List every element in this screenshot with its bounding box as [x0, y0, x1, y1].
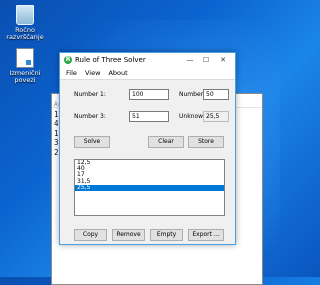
app-window[interactable]: R Rule of Three Solver — ☐ ✕ File View A… — [59, 52, 236, 245]
shortcut-icon — [16, 48, 34, 68]
recycle-bin-icon — [16, 5, 34, 25]
menu-file[interactable]: File — [66, 68, 77, 79]
number2-field[interactable]: 50 — [203, 89, 229, 100]
desktop-icon-recycle-bin[interactable]: Ročno razvrščanje — [1, 5, 49, 41]
desktop-icon-label: Ročno razvrščanje — [6, 26, 44, 41]
clear-button[interactable]: Clear — [148, 136, 184, 148]
maximize-button[interactable]: ☐ — [200, 55, 212, 66]
results-list[interactable]: 12,5 40 17 31,5 25,5 — [74, 159, 225, 216]
app-icon: R — [64, 56, 72, 64]
menu-bar: File View About — [60, 68, 235, 80]
minimize-button[interactable]: — — [184, 55, 196, 66]
desktop-icon-label: Izmenični povezi — [9, 69, 41, 84]
menu-about[interactable]: About — [108, 68, 127, 79]
number1-label: Number 1: — [74, 91, 106, 98]
window-title: Rule of Three Solver — [75, 56, 146, 64]
unknown-field: 25,5 — [203, 111, 229, 122]
empty-button[interactable]: Empty — [150, 229, 183, 241]
title-bar[interactable]: R Rule of Three Solver — ☐ ✕ — [60, 53, 235, 68]
copy-button[interactable]: Copy — [74, 229, 107, 241]
number3-field[interactable]: 51 — [129, 111, 169, 122]
close-button[interactable]: ✕ — [217, 55, 229, 66]
menu-view[interactable]: View — [85, 68, 100, 79]
desktop-icon-shortcut[interactable]: Izmenični povezi — [1, 48, 49, 84]
store-button[interactable]: Store — [188, 136, 224, 148]
number1-field[interactable]: 100 — [129, 89, 169, 100]
solve-button[interactable]: Solve — [74, 136, 110, 148]
remove-button[interactable]: Remove — [112, 229, 145, 241]
number3-label: Number 3: — [74, 113, 106, 120]
list-item[interactable]: 25,5 — [75, 184, 224, 191]
export-button[interactable]: Export ... — [188, 229, 224, 241]
